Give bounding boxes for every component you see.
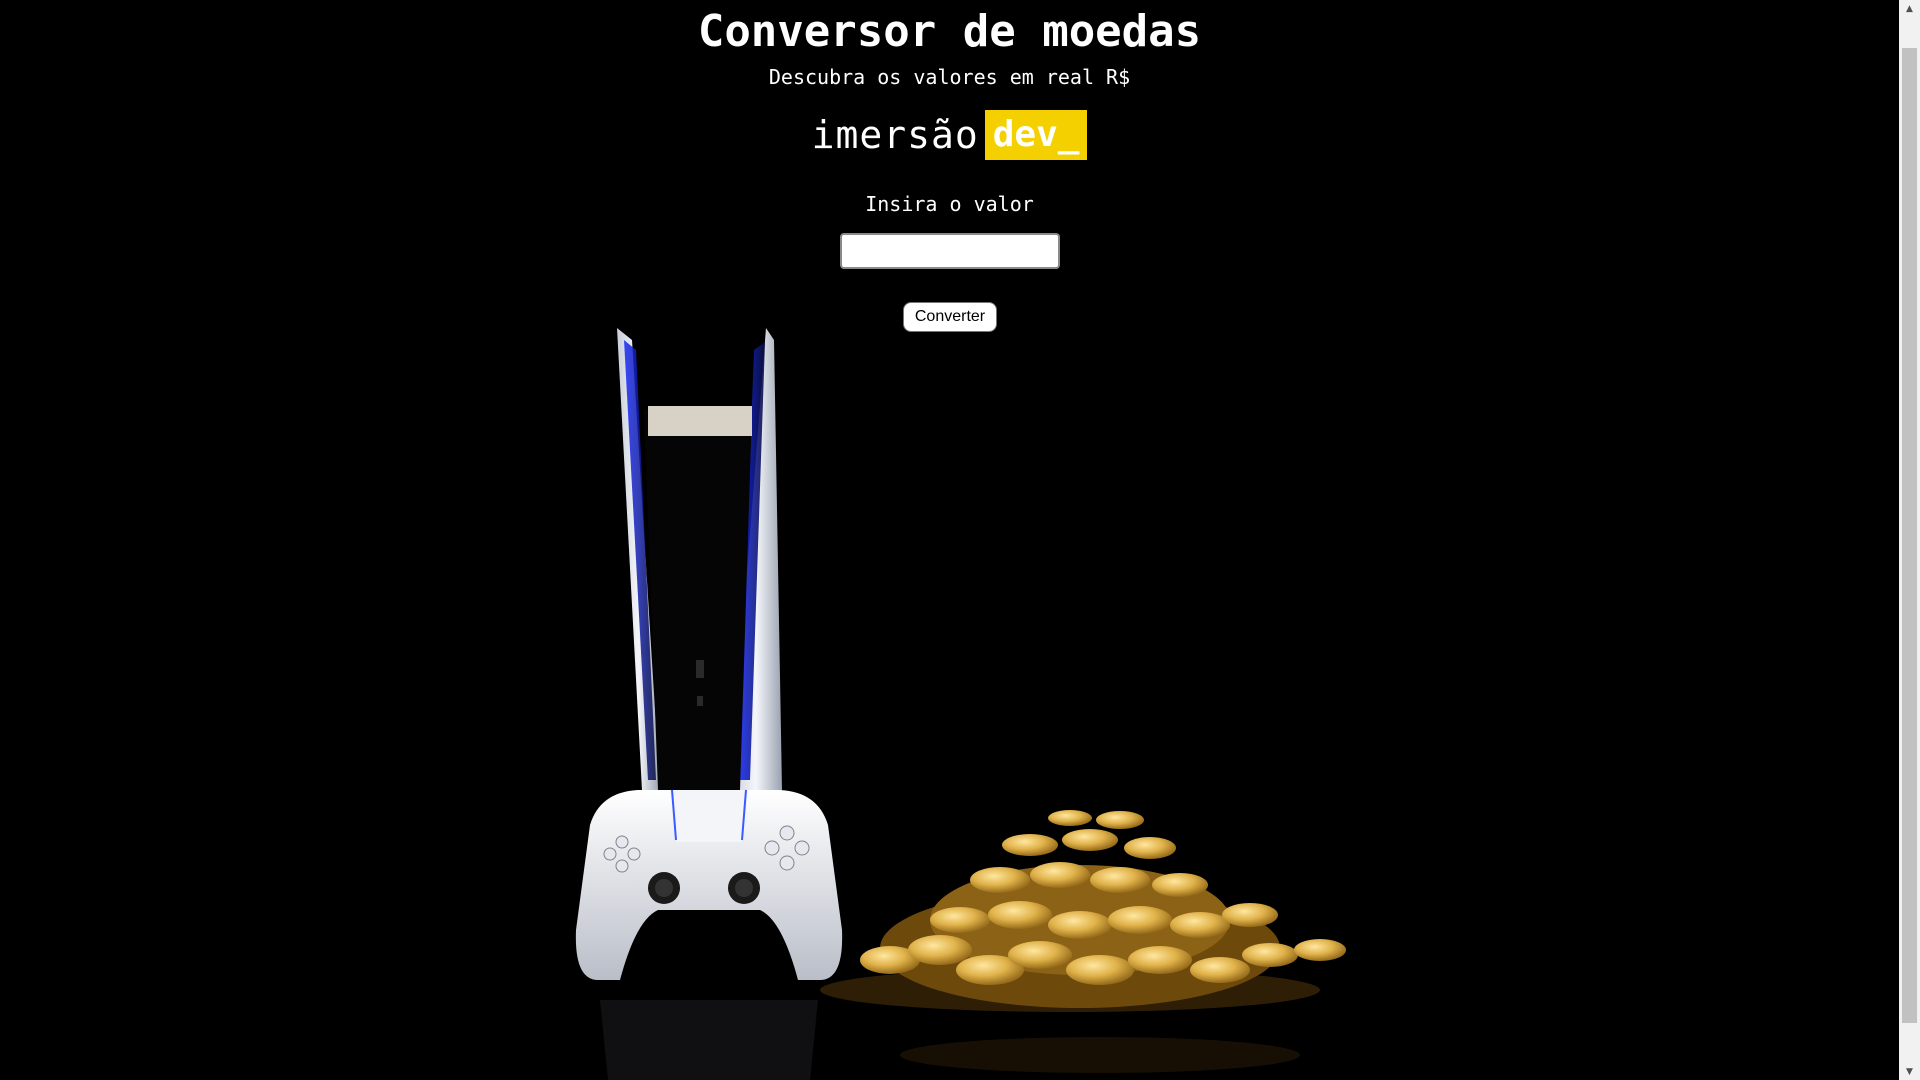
- value-label: Insira o valor: [865, 192, 1034, 216]
- page-title: Conversor de moedas: [697, 6, 1202, 57]
- console-and-coins-image: [575, 328, 1346, 1080]
- vertical-scrollbar[interactable]: ▲ ▼: [1899, 0, 1920, 1080]
- scroll-up-icon[interactable]: ▲: [1899, 0, 1920, 17]
- page-subtitle: Descubra os valores em real R$: [768, 65, 1131, 89]
- scroll-down-icon[interactable]: ▼: [1899, 1063, 1920, 1080]
- logo-text: imersão: [811, 113, 979, 157]
- imersao-dev-logo: imersão dev_: [0, 110, 1899, 160]
- coin-pile: [820, 810, 1346, 1012]
- page-viewport: Conversor de moedas Descubra os valores …: [0, 0, 1899, 1080]
- logo-badge: dev_: [984, 110, 1088, 160]
- scrollbar-thumb[interactable]: [1902, 48, 1917, 1023]
- value-input[interactable]: [840, 233, 1060, 269]
